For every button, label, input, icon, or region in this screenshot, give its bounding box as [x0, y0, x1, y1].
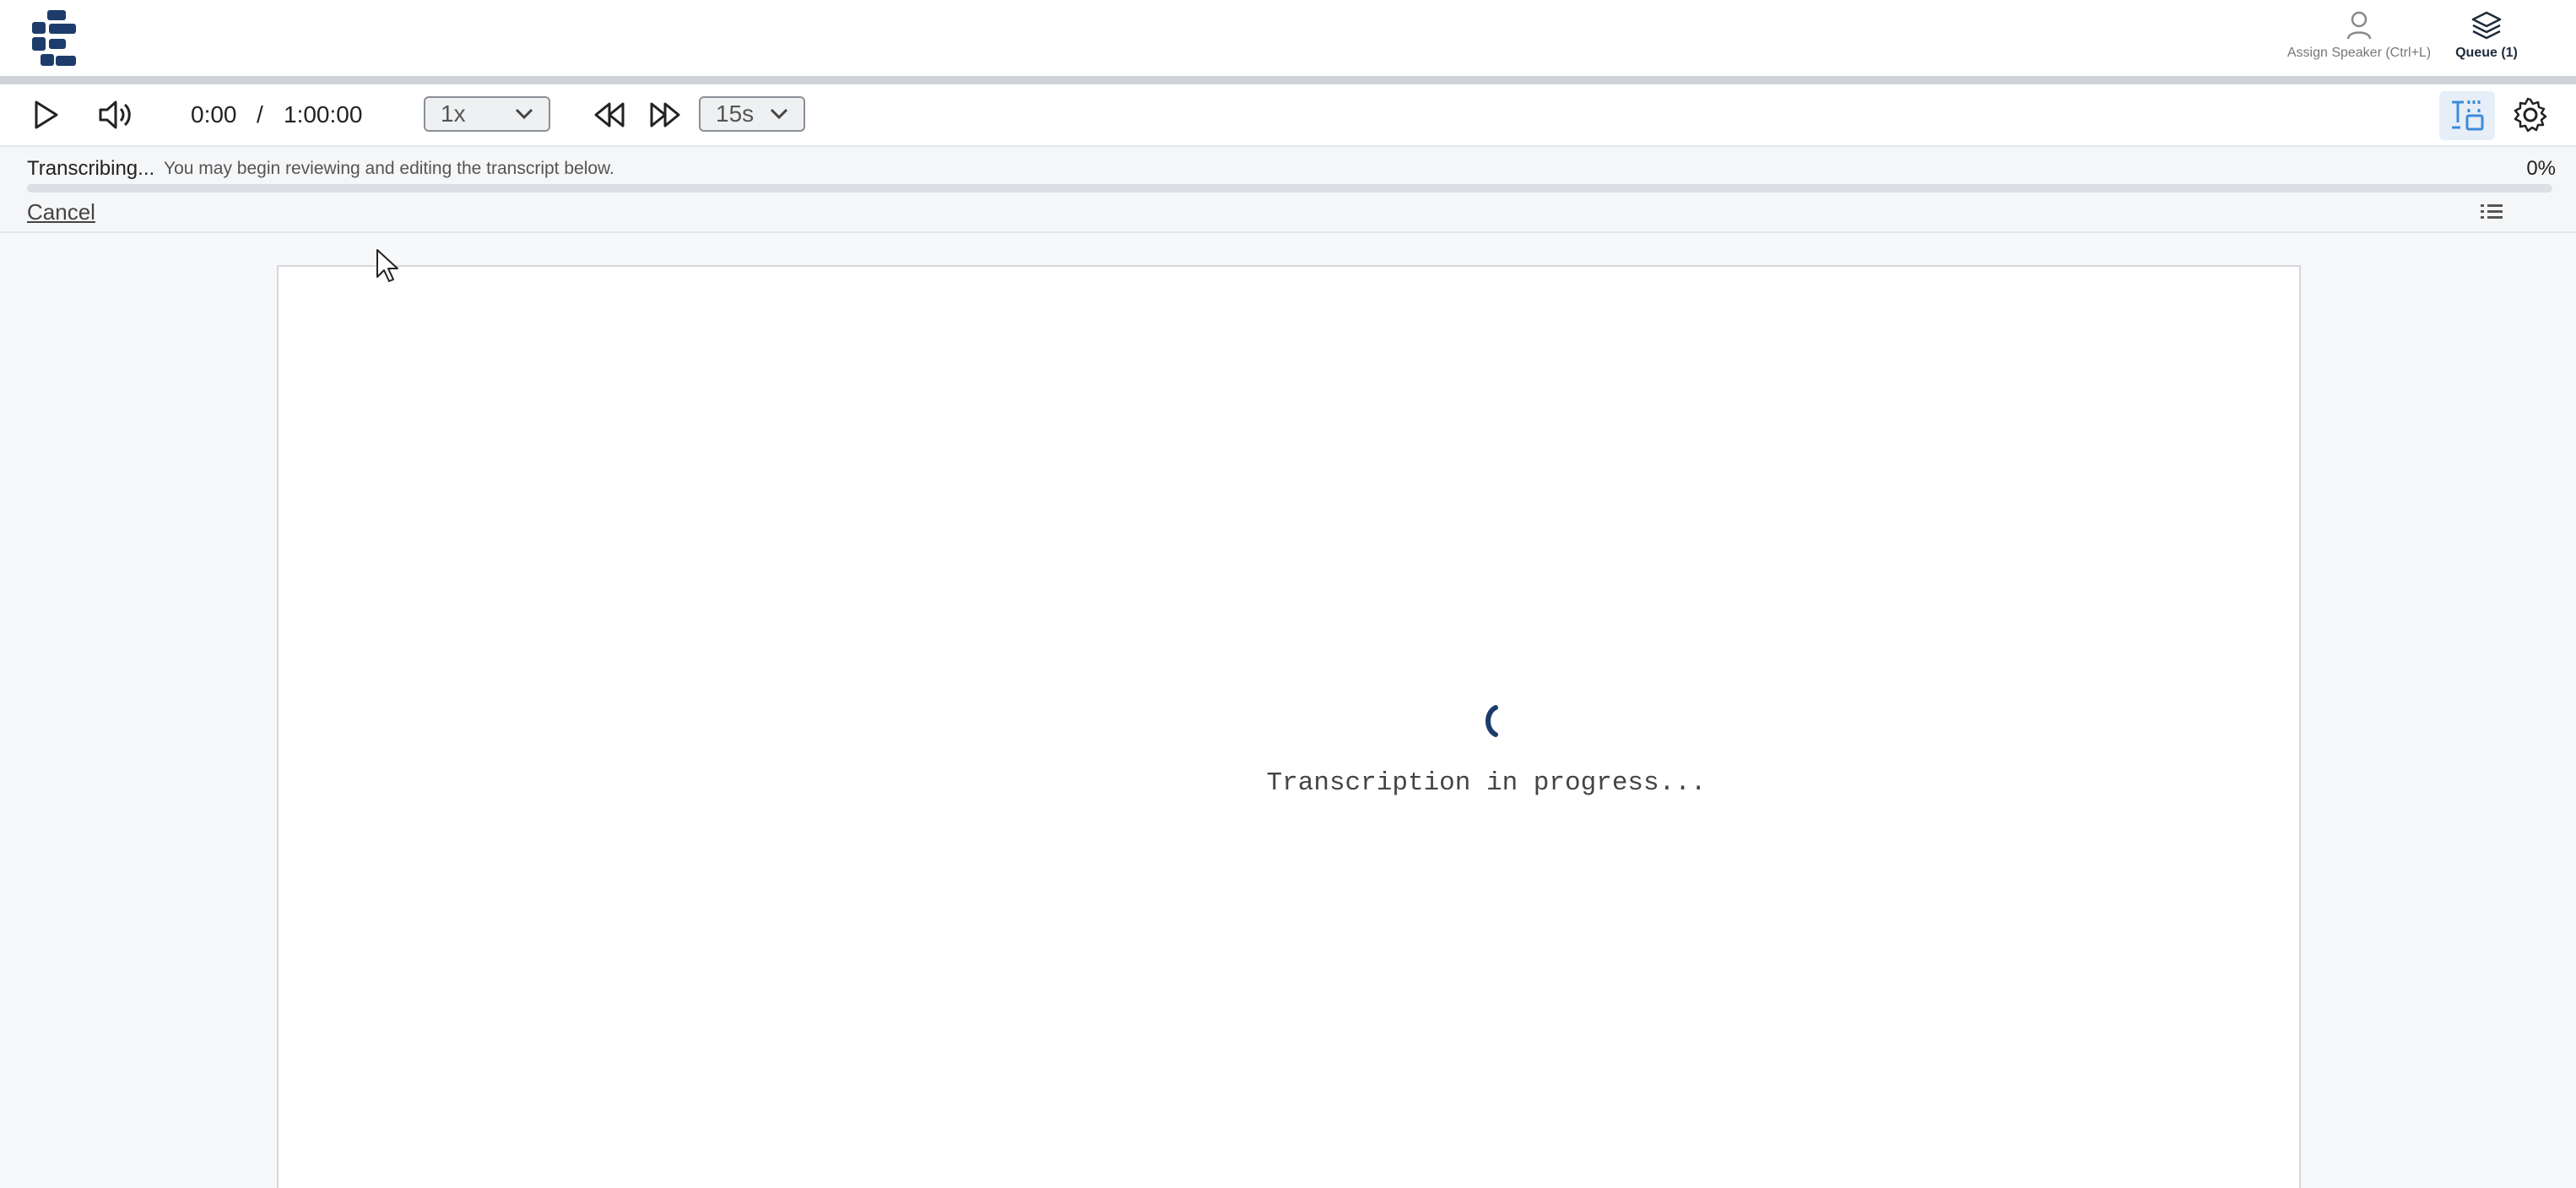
user-icon: [2346, 11, 2372, 40]
play-button[interactable]: [27, 96, 64, 133]
fast-forward-icon: [650, 102, 680, 127]
header-divider: [0, 76, 2576, 84]
top-bar: Assign Speaker (Ctrl+L) Queue (1): [0, 0, 2576, 76]
volume-icon: [99, 100, 131, 129]
app-logo[interactable]: [30, 10, 78, 68]
cancel-link[interactable]: Cancel: [27, 199, 95, 225]
play-icon: [35, 100, 58, 129]
duration: 1:00:00: [284, 101, 363, 127]
transcription-progress-message: Transcription in progress...: [1266, 768, 1707, 798]
media-player-bar: 0:00 / 1:00:00 1x 15s: [0, 84, 2576, 147]
rewind-icon: [594, 102, 625, 127]
loading-spinner-icon: [1486, 705, 1498, 737]
outline-toggle-button[interactable]: [2476, 199, 2507, 225]
playback-speed-value: 1x: [441, 100, 466, 127]
transcription-status-bar: Transcribing... You may begin reviewing …: [0, 147, 2576, 233]
current-time: 0:00: [191, 101, 237, 127]
playback-speed-select[interactable]: 1x: [424, 96, 550, 132]
queue-button[interactable]: Queue (1): [2448, 10, 2525, 61]
assign-speaker-label: Assign Speaker (Ctrl+L): [2286, 46, 2432, 60]
time-separator: /: [257, 101, 263, 127]
layers-icon: [2471, 11, 2502, 40]
assign-speaker-button[interactable]: Assign Speaker (Ctrl+L): [2279, 10, 2439, 61]
caption-toggle-icon: [2452, 100, 2484, 131]
queue-label: Queue (1): [2455, 46, 2518, 60]
status-hint: You may begin reviewing and editing the …: [164, 159, 614, 178]
list-icon: [2481, 204, 2503, 219]
chevron-down-icon: [515, 108, 533, 120]
progress-bar: [27, 184, 2552, 193]
caption-toggle-button[interactable]: [2439, 91, 2495, 140]
transcript-document[interactable]: Transcription in progress...: [277, 265, 2301, 1188]
volume-button[interactable]: [98, 96, 135, 133]
progress-percent: 0%: [2526, 157, 2556, 180]
chevron-down-icon: [770, 108, 788, 120]
skip-interval-value: 15s: [716, 100, 755, 127]
gear-icon: [2514, 97, 2547, 133]
mouse-cursor-icon: [376, 249, 398, 282]
settings-button[interactable]: [2512, 96, 2549, 133]
status-title: Transcribing...: [27, 157, 155, 180]
fast-forward-button[interactable]: [647, 96, 684, 133]
skip-interval-select[interactable]: 15s: [699, 96, 805, 132]
rewind-button[interactable]: [591, 96, 628, 133]
